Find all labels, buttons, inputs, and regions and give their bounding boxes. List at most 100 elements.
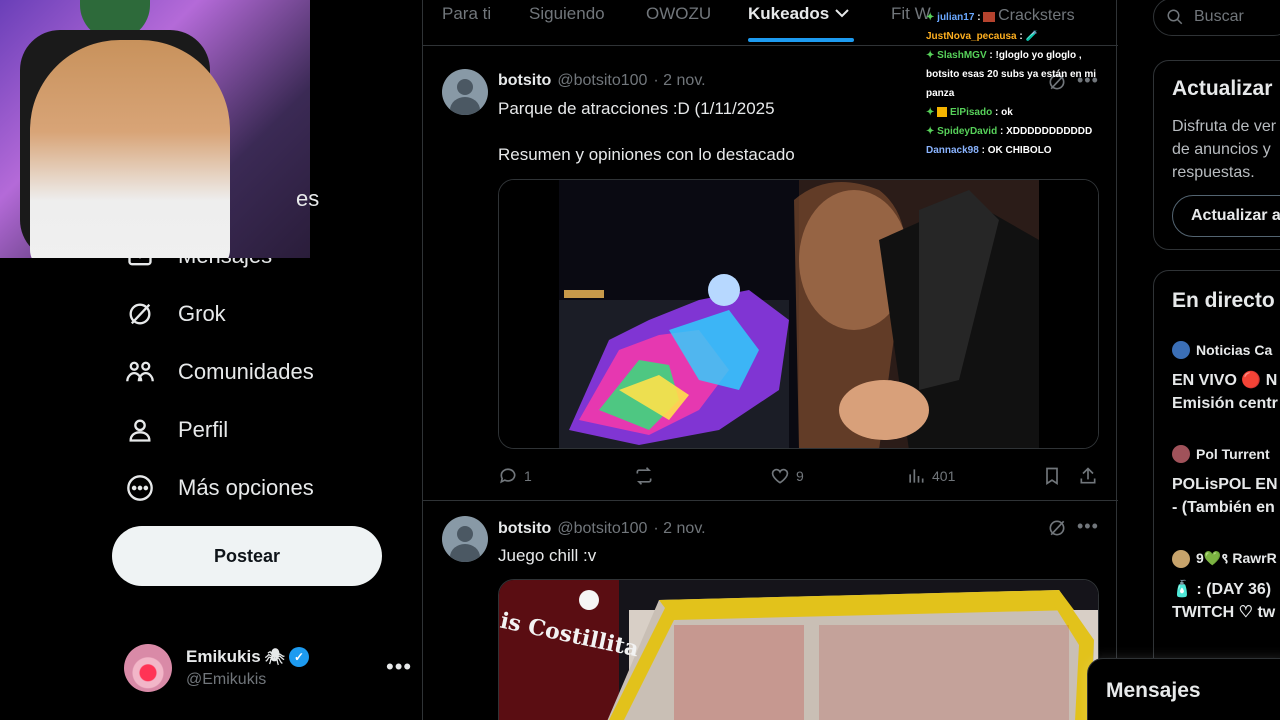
live-now-card: En directo Noticias Ca EN VIVO 🔴 N Emisi… [1153,270,1280,720]
profile-icon [124,414,156,446]
sidebar-item-label: Perfil [178,417,229,442]
post-actions: 1 9 401 [498,464,1098,488]
avatar [124,644,172,692]
more-options-icon [124,472,156,504]
messages-drawer[interactable]: Mensajes [1087,658,1280,720]
chat-username: julian17 [937,12,975,23]
tab-para-ti[interactable]: Para ti [442,4,491,24]
tab-crackster[interactable]: Cracksters [998,7,1074,24]
share-icon [1080,467,1096,484]
live-item[interactable]: 9💚९ RawrR 🧴 : (DAY 36) TWITCH ♡ tw [1172,549,1277,624]
premium-upsell-card: Actualizar Disfruta de ver de anuncios y… [1153,60,1280,250]
views-chart-icon [909,469,924,483]
chat-username: SpideyDavid [937,126,998,137]
webcam-overlay [0,0,310,258]
grok-icon[interactable] [1047,518,1067,538]
chat-username: ElPisado [949,107,993,118]
live-host-name: Noticias Ca [1196,342,1273,358]
sidebar-partial-label: es [296,186,320,211]
avatar [1172,341,1190,359]
upgrade-button[interactable]: Actualizar a [1172,195,1280,237]
post-author-handle[interactable]: @botsito100 [557,520,647,538]
avatar [1172,549,1190,568]
live-item[interactable]: Noticias Ca EN VIVO 🔴 N Emisión centr [1172,341,1278,415]
avatar[interactable] [442,516,488,562]
chat-text: : OK CHIBOLO [981,145,1052,156]
sidebar-item-mas-opciones[interactable]: Más opciones [124,468,314,508]
post-date[interactable]: · 2 nov. [653,520,705,538]
tab-kukeados[interactable]: Kukeados [748,4,850,24]
chat-text: : [1019,31,1023,42]
live-title: 🧴 : (DAY 36) TWITCH ♡ tw [1172,581,1276,621]
repost-icon [636,467,652,485]
account-handle: @Emikukis [186,671,267,688]
grok-icon [124,298,156,330]
tab-siguiendo[interactable]: Siguiendo [529,4,605,24]
post-button[interactable]: Postear [112,526,382,586]
post[interactable]: botsito @botsito100 · 2 nov. ••• Juego c… [423,502,1118,720]
tab-fit[interactable]: Fit W [891,4,931,24]
live-item[interactable]: Pol Turrent POLisPOL EN - (También en [1172,445,1278,519]
chat-badge-icon: ✦ [926,12,935,23]
bookmark-button[interactable] [1042,466,1062,486]
sub-badge-icon [937,107,948,118]
search-placeholder: Buscar [1194,8,1244,25]
chat-message: ✦ SpideyDavid : XDDDDDDDDDDD [926,122,1111,141]
post-author-name[interactable]: botsito [498,72,551,90]
chat-username: SlashMGV [937,50,987,61]
post-date[interactable]: · 2 nov. [653,72,705,90]
post-text: Juego chill :v [498,546,597,565]
sidebar-item-grok[interactable]: Grok [124,294,226,334]
like-button[interactable]: 9 [770,466,804,486]
card-title: Actualizar [1172,77,1273,100]
chat-text: : [977,12,981,23]
like-count: 9 [796,468,804,484]
account-name: Emikukis [186,647,261,666]
bookmark-icon [1046,467,1058,486]
tab-label: Kukeados [748,4,830,23]
avatar[interactable] [442,69,488,115]
post-image[interactable]: is Costillita [498,579,1099,720]
stream-chat-overlay: ✦ julian17 : Cracksters JustNova_pecausa… [926,0,1111,160]
sidebar-item-comunidades[interactable]: Comunidades [124,352,314,392]
live-title: EN VIVO 🔴 N Emisión centr [1172,372,1278,412]
chat-message: JustNova_pecausa : 🧪 [926,27,1111,46]
repost-button[interactable] [634,466,654,486]
post-author-name[interactable]: botsito [498,520,551,538]
verified-badge-icon: ✓ [288,647,309,667]
messages-drawer-title: Mensajes [1106,679,1201,702]
spider-icon: 🕷 [264,649,285,666]
card-title: En directo [1172,289,1275,312]
right-sidebar: Buscar Actualizar Disfruta de ver de anu… [1117,0,1280,720]
live-title: POLisPOL EN - (También en [1172,476,1278,516]
sidebar-item-label: Más opciones [178,475,314,500]
chat-badge-icon: ✦ [926,50,935,61]
chat-badge-icon: ✦ [926,107,935,118]
active-tab-indicator [748,38,854,42]
tab-owozu[interactable]: OWOZU [646,4,711,24]
search-input[interactable]: Buscar [1153,0,1280,36]
account-switcher[interactable]: Emikukis 🕷 ✓ @Emikukis ••• [124,640,411,696]
emote-icon [983,12,996,23]
streamer-figure [30,40,230,258]
post-author-handle[interactable]: @botsito100 [557,72,647,90]
chat-message: Dannack98 : OK CHIBOLO [926,141,1111,160]
sidebar-item-perfil[interactable]: Perfil [124,410,228,450]
post-video[interactable] [498,179,1099,449]
reply-button[interactable]: 1 [498,466,532,486]
emote-icon: 🧪 [1025,31,1038,42]
post-text: Parque de atracciones :D (1/11/2025 Resu… [498,99,795,164]
live-host-name: Pol Turrent [1196,446,1270,462]
live-host-name: 9💚९ RawrR [1196,550,1277,566]
account-more-icon[interactable]: ••• [386,654,412,680]
search-icon [1167,9,1183,25]
share-button[interactable] [1078,466,1098,486]
chevron-down-icon [834,4,850,23]
reply-count: 1 [524,468,532,484]
more-icon[interactable]: ••• [1077,516,1099,537]
avatar [1172,445,1190,463]
views-button[interactable]: 401 [906,466,955,486]
reply-icon [500,468,516,484]
card-description: Disfruta de ver de anuncios y respuestas… [1172,118,1277,181]
chat-message: ✦ julian17 : Cracksters [926,6,1111,27]
